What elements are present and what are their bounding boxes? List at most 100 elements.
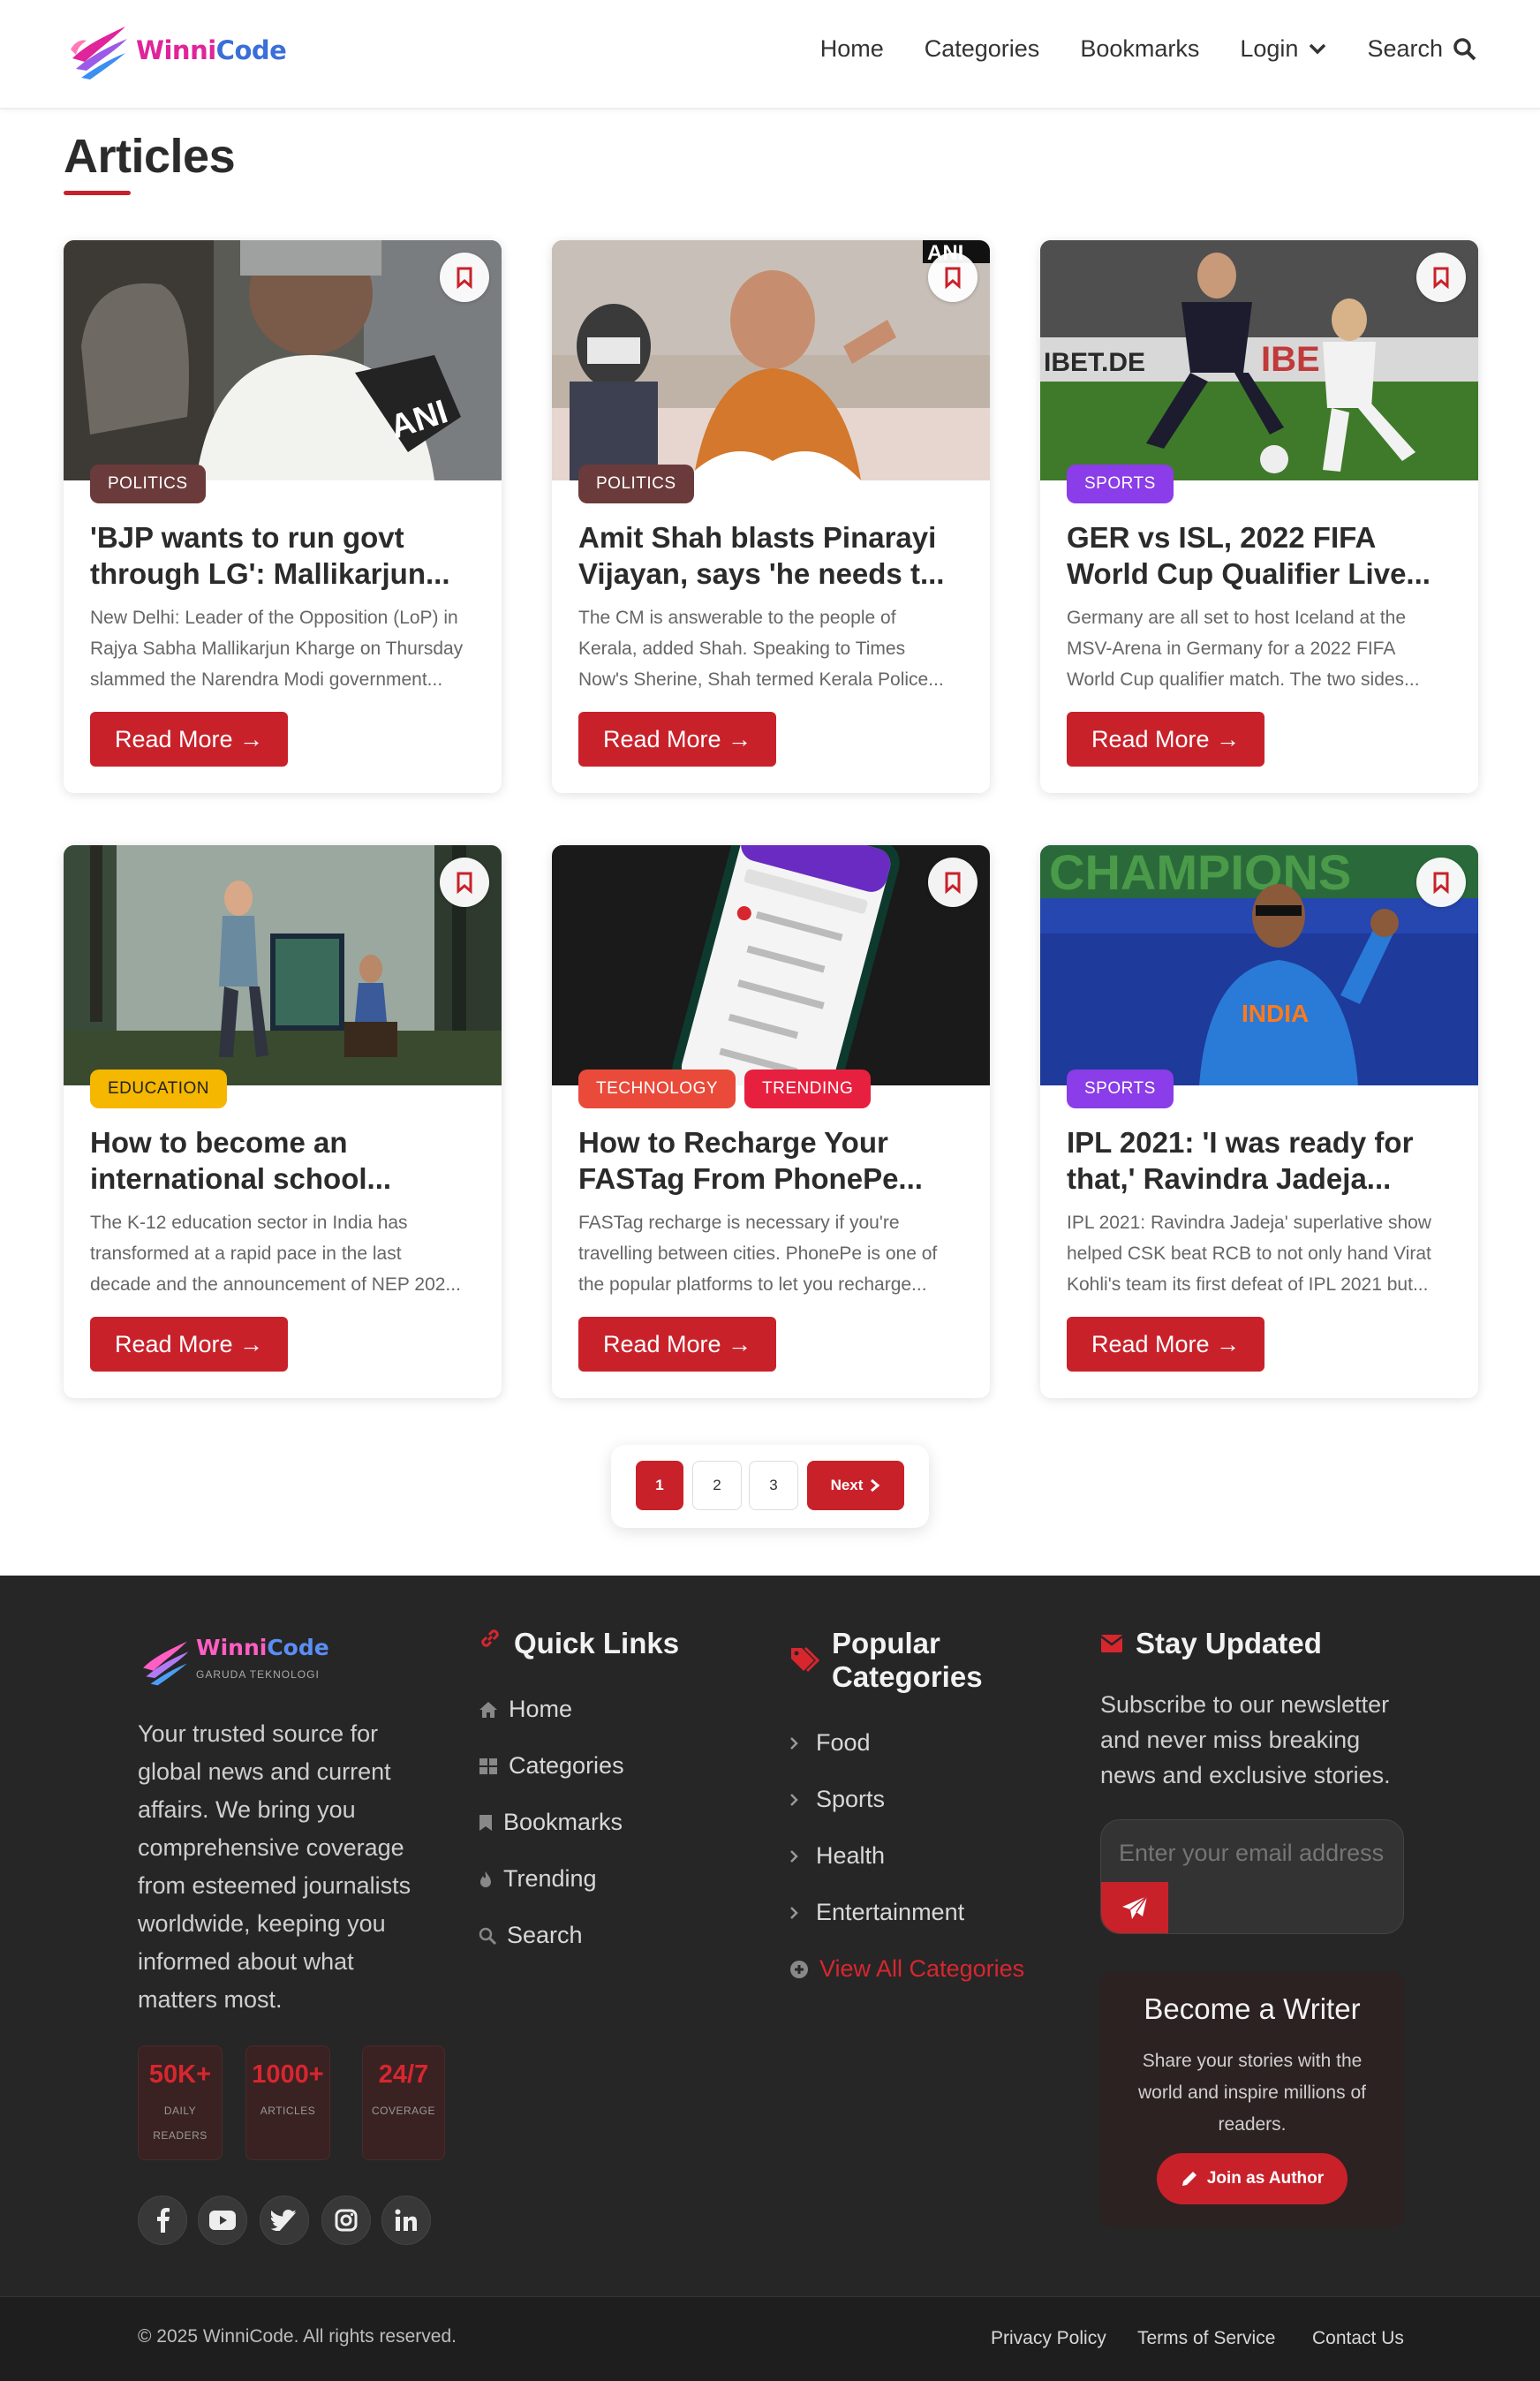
svg-text:IBE: IBE bbox=[1261, 340, 1320, 379]
page-1-button[interactable]: 1 bbox=[636, 1461, 683, 1510]
pencil-icon bbox=[1181, 2172, 1197, 2186]
contact-us-link[interactable]: Contact Us bbox=[1312, 2328, 1404, 2349]
facebook-link[interactable] bbox=[138, 2196, 187, 2245]
trending-tag[interactable]: TRENDING bbox=[744, 1070, 872, 1108]
article-image[interactable]: ANI bbox=[552, 240, 990, 480]
article-photo-rally-speech: ANI bbox=[552, 240, 990, 480]
bookmark-button[interactable] bbox=[1416, 253, 1466, 302]
instagram-link[interactable] bbox=[321, 2196, 371, 2245]
bookmark-button[interactable] bbox=[1416, 858, 1466, 907]
article-photo-politician-car: ANI bbox=[64, 240, 502, 480]
category-link-entertainment[interactable]: Entertainment bbox=[789, 1899, 964, 1926]
nav-login-dropdown[interactable]: Login bbox=[1240, 35, 1326, 63]
privacy-policy-link[interactable]: Privacy Policy bbox=[991, 2328, 1106, 2349]
article-card[interactable]: CHAMPIONS INDIA SPORTS IPL 2021: 'I was … bbox=[1040, 845, 1478, 1398]
nav-home[interactable]: Home bbox=[820, 35, 884, 63]
article-title[interactable]: 'BJP wants to run govt through LG': Malli… bbox=[90, 519, 479, 593]
footer-about-text: Your trusted source for global news and … bbox=[138, 1720, 411, 2013]
bookmark-button[interactable] bbox=[928, 858, 978, 907]
footer-link-trending[interactable]: Trending bbox=[479, 1865, 597, 1893]
popular-categories-heading: Popular Categories bbox=[789, 1627, 983, 1694]
bookmark-button[interactable] bbox=[440, 858, 489, 907]
category-tag[interactable]: POLITICS bbox=[90, 465, 206, 503]
logo-wing-icon bbox=[71, 26, 127, 79]
view-all-categories-link[interactable]: View All Categories bbox=[789, 1955, 1024, 1983]
article-title[interactable]: GER vs ISL, 2022 FIFA World Cup Qualifier… bbox=[1067, 519, 1455, 593]
article-card[interactable]: IBET.DE IBE SPORTS GER vs ISL, 2022 FIFA… bbox=[1040, 240, 1478, 793]
twitter-icon bbox=[271, 2210, 297, 2231]
stat-coverage: 24/7 COVERAGE bbox=[362, 2045, 445, 2160]
category-link-sports[interactable]: Sports bbox=[789, 1786, 885, 1813]
article-image[interactable] bbox=[64, 845, 502, 1085]
linkedin-link[interactable] bbox=[381, 2196, 431, 2245]
bookmark-icon bbox=[945, 267, 961, 289]
read-more-button[interactable]: Read More → bbox=[1067, 1317, 1265, 1372]
grid-icon bbox=[479, 1757, 497, 1774]
paper-plane-icon bbox=[1122, 1895, 1148, 1919]
title-underline bbox=[64, 191, 131, 195]
article-title[interactable]: How to become an international school... bbox=[90, 1124, 479, 1198]
category-tag[interactable]: TECHNOLOGY bbox=[578, 1070, 736, 1108]
nav-categories[interactable]: Categories bbox=[925, 35, 1040, 63]
copyright-text: © 2025 WinniCode. All rights reserved. bbox=[138, 2326, 457, 2347]
linkedin-icon bbox=[395, 2209, 417, 2231]
category-link-food[interactable]: Food bbox=[789, 1729, 871, 1757]
article-excerpt: FASTag recharge is necessary if you're tr… bbox=[578, 1213, 938, 1295]
article-excerpt: IPL 2021: Ravindra Jadeja' superlative s… bbox=[1067, 1213, 1431, 1295]
logo-wing-icon bbox=[143, 1641, 189, 1686]
brand-logo[interactable]: WinniCode bbox=[67, 19, 287, 81]
category-tag[interactable]: EDUCATION bbox=[90, 1070, 227, 1108]
footer-link-search[interactable]: Search bbox=[479, 1922, 583, 1949]
article-excerpt: New Delhi: Leader of the Opposition (LoP… bbox=[90, 608, 464, 690]
nav-search[interactable]: Search bbox=[1367, 35, 1476, 63]
nav-bookmarks[interactable]: Bookmarks bbox=[1080, 35, 1199, 63]
article-card[interactable]: EDUCATION How to become an international … bbox=[64, 845, 502, 1398]
article-card[interactable]: TECHNOLOGY TRENDING How to Recharge Your… bbox=[552, 845, 990, 1398]
article-card[interactable]: ANI POLITICS 'BJP wants to run govt throu… bbox=[64, 240, 502, 793]
youtube-link[interactable] bbox=[198, 2196, 247, 2245]
read-more-button[interactable]: Read More → bbox=[1067, 712, 1265, 767]
writer-text: Share your stories with the world and in… bbox=[1138, 2051, 1366, 2135]
article-image[interactable]: IBET.DE IBE bbox=[1040, 240, 1478, 480]
read-more-button[interactable]: Read More → bbox=[90, 1317, 289, 1372]
category-tag[interactable]: SPORTS bbox=[1067, 1070, 1174, 1108]
newsletter-heading: Stay Updated bbox=[1100, 1627, 1322, 1660]
footer-link-bookmarks[interactable]: Bookmarks bbox=[479, 1809, 623, 1836]
article-image[interactable] bbox=[552, 845, 990, 1085]
article-excerpt: The CM is answerable to the people of Ker… bbox=[578, 608, 944, 690]
article-title[interactable]: How to Recharge Your FASTag From PhonePe.… bbox=[578, 1124, 967, 1198]
page-3-button[interactable]: 3 bbox=[749, 1461, 798, 1510]
bookmark-icon bbox=[945, 872, 961, 894]
article-title[interactable]: Amit Shah blasts Pinarayi Vijayan, says '… bbox=[578, 519, 967, 593]
footer-brand-name: WinniCode GARUDA TEKNOLOGI bbox=[196, 1635, 329, 1682]
footer-logo[interactable]: WinniCode GARUDA TEKNOLOGI bbox=[138, 1636, 329, 1687]
category-tag[interactable]: POLITICS bbox=[578, 465, 694, 503]
twitter-link[interactable] bbox=[260, 2196, 309, 2245]
next-page-button[interactable]: Next bbox=[807, 1461, 904, 1510]
bookmark-icon bbox=[479, 1814, 492, 1831]
tag-list: EDUCATION bbox=[90, 1070, 227, 1108]
article-image[interactable]: ANI bbox=[64, 240, 502, 480]
email-field[interactable] bbox=[1119, 1840, 1384, 1867]
read-more-button[interactable]: Read More → bbox=[90, 712, 289, 767]
category-tag[interactable]: SPORTS bbox=[1067, 465, 1174, 503]
bookmark-button[interactable] bbox=[928, 253, 978, 302]
writer-title: Become a Writer bbox=[1144, 1992, 1361, 2025]
page-title: Articles bbox=[64, 130, 236, 183]
page-2-button[interactable]: 2 bbox=[692, 1461, 742, 1510]
article-excerpt: Germany are all set to host Iceland at t… bbox=[1067, 608, 1420, 690]
subscribe-button[interactable] bbox=[1101, 1882, 1168, 1933]
footer-link-categories[interactable]: Categories bbox=[479, 1752, 624, 1780]
category-link-health[interactable]: Health bbox=[789, 1842, 885, 1870]
article-image[interactable]: CHAMPIONS INDIA bbox=[1040, 845, 1478, 1085]
terms-of-service-link[interactable]: Terms of Service bbox=[1137, 2328, 1275, 2349]
read-more-button[interactable]: Read More → bbox=[578, 712, 777, 767]
join-as-author-button[interactable]: Join as Author bbox=[1157, 2153, 1348, 2204]
article-card[interactable]: ANI POLITICS Amit Shah blasts PinarayiVi… bbox=[552, 240, 990, 793]
footer-link-home[interactable]: Home bbox=[479, 1696, 572, 1723]
svg-text:IBET.DE: IBET.DE bbox=[1044, 348, 1145, 377]
article-title[interactable]: IPL 2021: 'I was ready for that,' Ravindr… bbox=[1067, 1124, 1455, 1198]
svg-text:CHAMPIONS: CHAMPIONS bbox=[1049, 845, 1351, 900]
read-more-button[interactable]: Read More → bbox=[578, 1317, 777, 1372]
bookmark-button[interactable] bbox=[440, 253, 489, 302]
